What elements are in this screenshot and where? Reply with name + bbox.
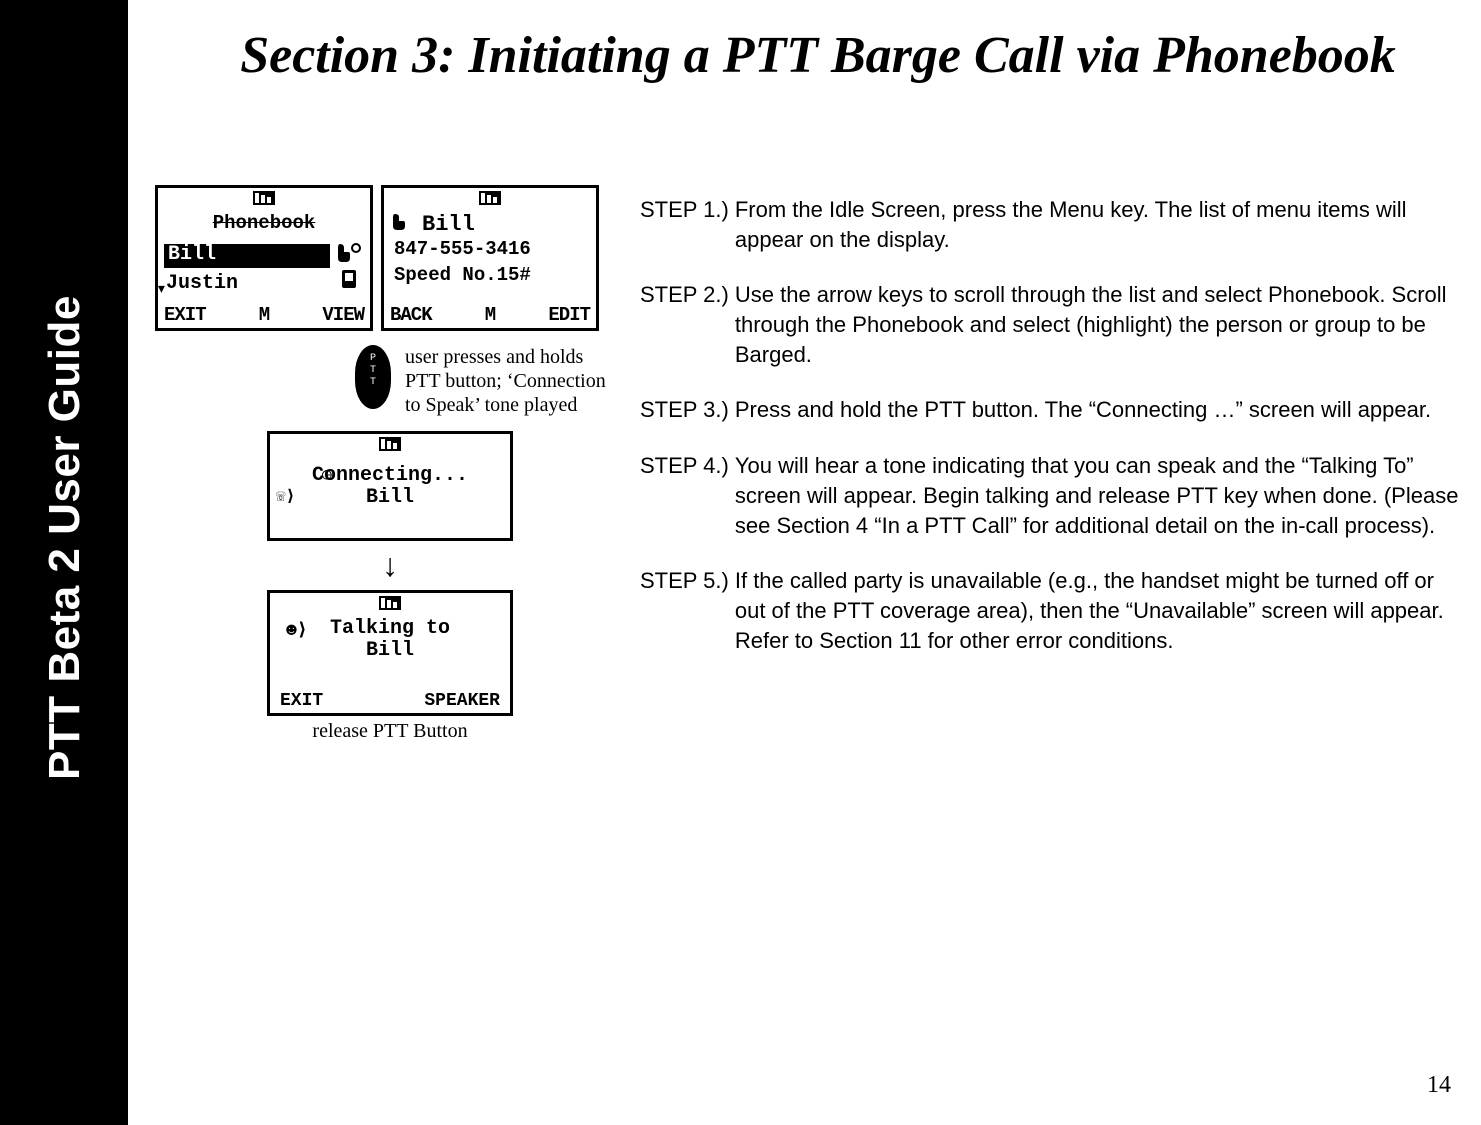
- ptt-instruction-note: user presses and holds PTT button; ‘Conn…: [405, 345, 615, 417]
- step-5: STEP 5.) If the called party is unavaila…: [640, 566, 1470, 655]
- softkey-back: BACK: [390, 304, 432, 326]
- softkey-view: VIEW: [322, 304, 364, 326]
- steps-list: STEP 1.) From the Idle Screen, press the…: [640, 195, 1470, 681]
- phone-screen-phonebook: Phonebook Bill Justin ▾ EXIT M VIEW: [155, 185, 373, 331]
- phone-screen-contact-detail: Bill 847-555-3416 Speed No.15# BACK M ED…: [381, 185, 599, 331]
- phone-icon: [336, 242, 362, 264]
- scroll-arrow-icon: ▾: [156, 278, 167, 300]
- softkey-speaker: SPEAKER: [424, 691, 500, 711]
- talking-label: Talking to: [270, 617, 510, 640]
- ptt-button-icon: PTT: [355, 345, 391, 409]
- step-4: STEP 4.) You will hear a tone indicating…: [640, 451, 1470, 540]
- step-label: STEP 3.): [640, 395, 735, 425]
- step-label: STEP 2.): [640, 280, 735, 310]
- softkey-menu: M: [485, 304, 495, 326]
- step-body: Press and hold the PTT button. The “Conn…: [735, 395, 1470, 425]
- page-number: 14: [1427, 1072, 1451, 1099]
- step-1: STEP 1.) From the Idle Screen, press the…: [640, 195, 1470, 254]
- phone-icon: [392, 212, 416, 232]
- contact-speed-dial: Speed No.15#: [394, 264, 531, 286]
- step-body: If the called party is unavailable (e.g.…: [735, 566, 1470, 655]
- connecting-label: Connecting...: [270, 464, 510, 487]
- step-label: STEP 4.): [640, 451, 735, 481]
- softkey-menu: M: [259, 304, 269, 326]
- step-2: STEP 2.) Use the arrow keys to scroll th…: [640, 280, 1470, 369]
- phone-screen-connecting: ◷ Connecting... ☏⟩ Bill: [267, 431, 513, 541]
- contact-number: 847-555-3416: [394, 238, 531, 260]
- page-title: Section 3: Initiating a PTT Barge Call v…: [175, 26, 1461, 86]
- softkey-edit: EDIT: [548, 304, 590, 326]
- signal-icon: [479, 191, 501, 205]
- sidebar: PTT Beta 2 User Guide: [0, 0, 128, 1125]
- talking-name: Bill: [270, 639, 510, 662]
- step-body: From the Idle Screen, press the Menu key…: [735, 195, 1470, 254]
- guide-title: PTT Beta 2 User Guide: [40, 295, 90, 780]
- signal-icon: [379, 596, 401, 610]
- step-label: STEP 1.): [640, 195, 735, 225]
- mobile-icon: [336, 268, 362, 290]
- step-label: STEP 5.): [640, 566, 735, 596]
- step-body: Use the arrow keys to scroll through the…: [735, 280, 1470, 369]
- step-body: You will hear a tone indicating that you…: [735, 451, 1470, 540]
- connecting-name: Bill: [270, 486, 510, 509]
- illustration-column: Phonebook Bill Justin ▾ EXIT M VIEW: [155, 185, 625, 743]
- flow-arrow-icon: ↓: [155, 547, 625, 584]
- signal-icon: [253, 191, 275, 205]
- phonebook-title: Phonebook: [166, 212, 362, 234]
- softkey-exit: EXIT: [164, 304, 206, 326]
- softkey-exit: EXIT: [280, 691, 323, 711]
- signal-icon: [379, 437, 401, 451]
- phonebook-selected-item: Bill: [164, 244, 330, 268]
- contact-name: Bill: [422, 212, 475, 237]
- step-3: STEP 3.) Press and hold the PTT button. …: [640, 395, 1470, 425]
- release-ptt-note: release PTT Button: [155, 720, 625, 743]
- phone-screen-talking: ☻⟩ Talking to Bill EXIT SPEAKER: [267, 590, 513, 716]
- phonebook-item: Justin: [166, 272, 238, 295]
